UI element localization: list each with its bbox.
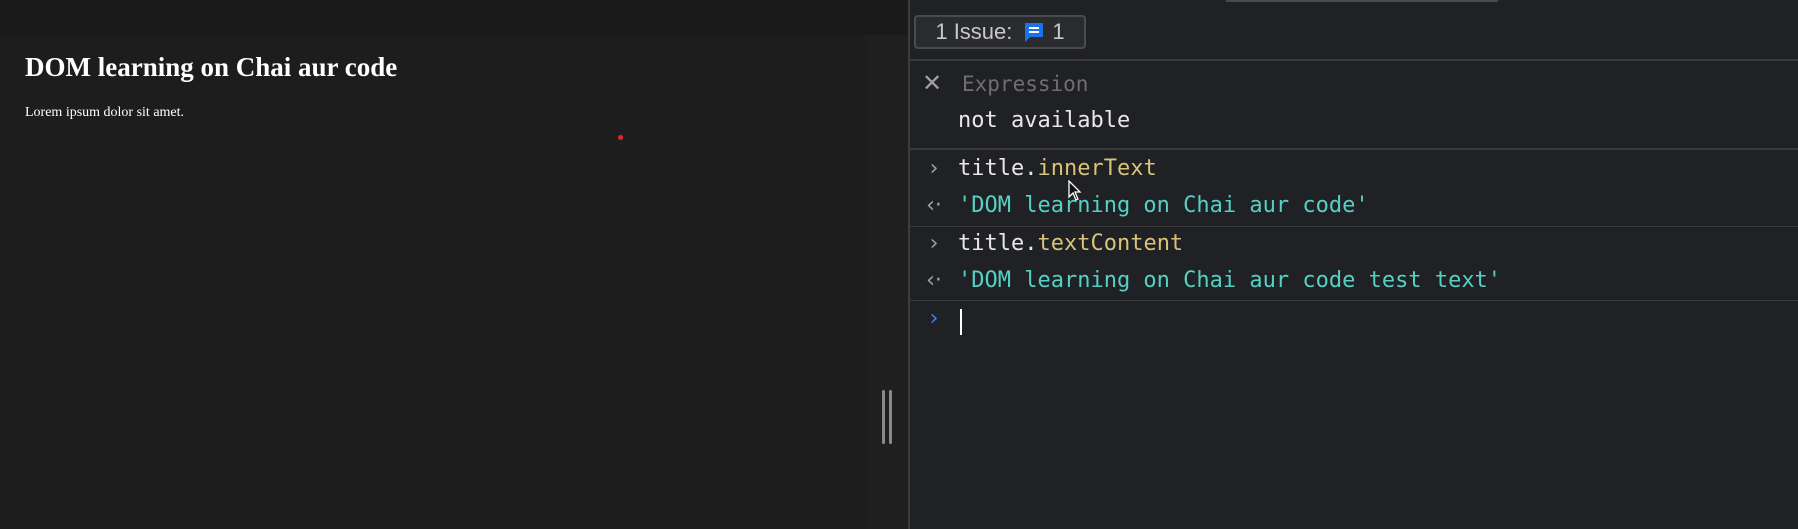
devtools-console-panel: 1 Issue: 1 ✕ Expression not available › … bbox=[910, 0, 1798, 529]
red-dot-marker bbox=[618, 135, 623, 140]
console-row-divider bbox=[910, 300, 1798, 301]
page-viewport: DOM learning on Chai aur code Lorem ipsu… bbox=[0, 0, 908, 529]
issues-button[interactable]: 1 Issue: 1 bbox=[914, 15, 1086, 49]
input-object: title. bbox=[958, 231, 1038, 256]
issues-label: 1 Issue: bbox=[935, 19, 1013, 44]
expression-result: not available bbox=[958, 108, 1131, 133]
input-property: innerText bbox=[1037, 156, 1157, 181]
mouse-pointer-icon bbox=[1068, 179, 1082, 202]
return-arrow-icon: ‹· bbox=[926, 193, 942, 218]
console-input-row: › title.innerText bbox=[910, 156, 1798, 186]
console-output-row: ‹· 'DOM learning on Chai aur code' bbox=[910, 193, 1798, 223]
page-top-bar bbox=[0, 0, 908, 35]
console-prompt-row[interactable]: › bbox=[910, 306, 1798, 336]
viewport-gutter bbox=[866, 35, 908, 529]
console-input[interactable]: title.textContent bbox=[958, 231, 1183, 256]
input-property: textContent bbox=[1037, 231, 1184, 256]
chevron-right-icon: › bbox=[929, 306, 939, 331]
console-output: 'DOM learning on Chai aur code' bbox=[958, 193, 1369, 218]
console-row-divider bbox=[910, 226, 1798, 227]
text-cursor bbox=[960, 309, 962, 335]
console-output: 'DOM learning on Chai aur code test text… bbox=[958, 268, 1502, 293]
chevron-right-icon: › bbox=[929, 156, 939, 181]
return-arrow-icon: ‹· bbox=[926, 268, 942, 293]
close-icon[interactable]: ✕ bbox=[922, 71, 942, 95]
chat-message-icon bbox=[1022, 20, 1046, 44]
issues-count: 1 bbox=[1052, 19, 1065, 44]
console-output-row: ‹· 'DOM learning on Chai aur code test t… bbox=[910, 268, 1798, 298]
page-heading: DOM learning on Chai aur code bbox=[25, 52, 398, 82]
console-input-row: › title.textContent bbox=[910, 231, 1798, 261]
live-expression: ✕ Expression not available bbox=[910, 61, 1798, 150]
panel-resize-handle[interactable] bbox=[882, 390, 892, 444]
page-content: DOM learning on Chai aur code Lorem ipsu… bbox=[0, 35, 866, 529]
console-input[interactable]: title.innerText bbox=[958, 156, 1157, 181]
expression-input[interactable]: Expression bbox=[962, 72, 1088, 96]
issues-bar: 1 Issue: 1 bbox=[910, 0, 1798, 61]
chevron-right-icon: › bbox=[929, 231, 939, 256]
page-paragraph: Lorem ipsum dolor sit amet. bbox=[25, 105, 185, 120]
input-object: title. bbox=[958, 156, 1038, 181]
